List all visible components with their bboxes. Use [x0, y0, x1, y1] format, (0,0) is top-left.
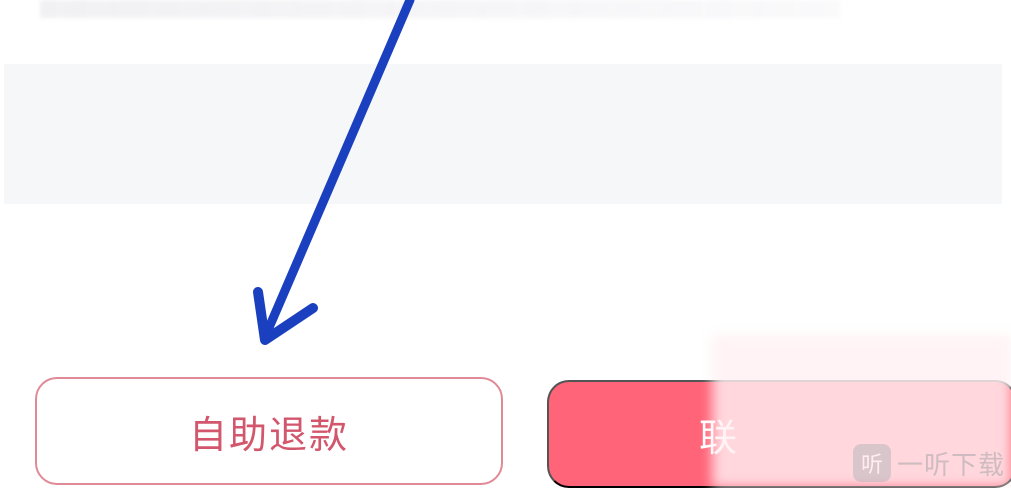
watermark-text: 一听下载	[896, 450, 1005, 481]
faded-text-row	[40, 0, 840, 18]
watermark: 听 一听下载	[852, 444, 1005, 482]
watermark-logo-icon: 听	[852, 444, 891, 482]
content-panel	[4, 64, 1002, 204]
self-refund-button[interactable]: 自助退款	[35, 377, 503, 485]
page: 自助退款 联 听 一听下载	[0, 0, 1011, 488]
